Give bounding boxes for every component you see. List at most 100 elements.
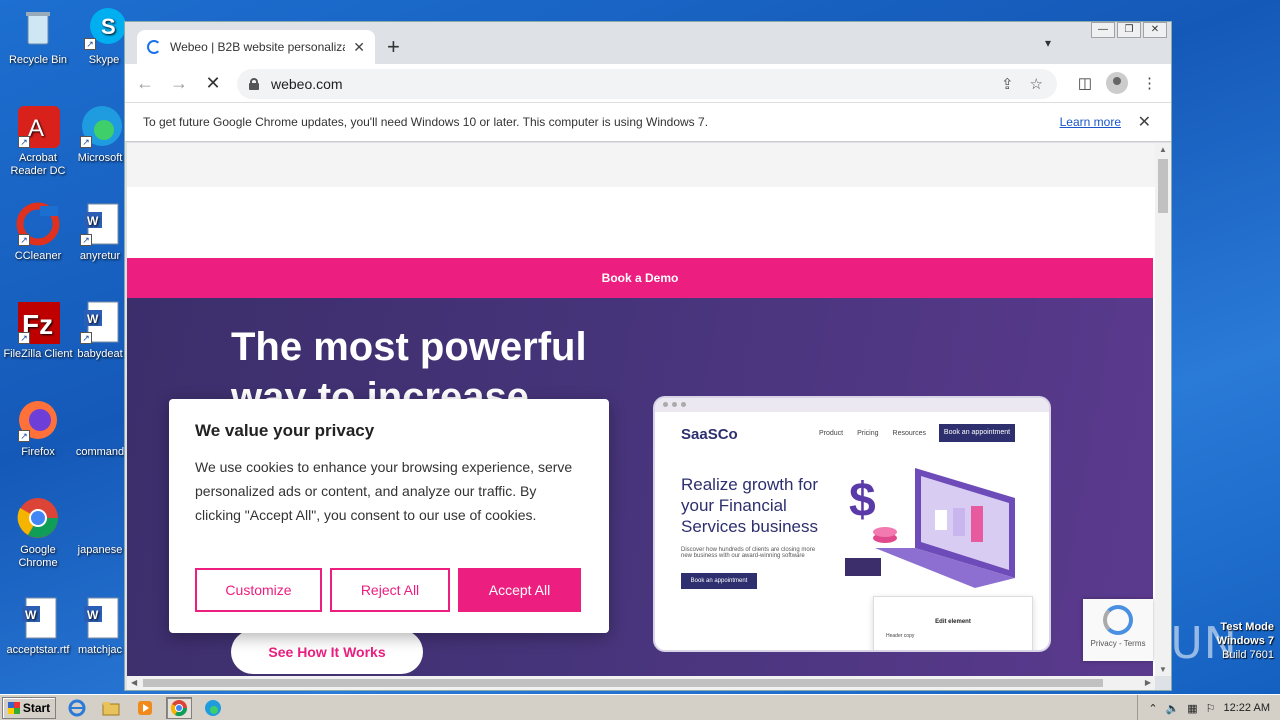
desktop-icon-matchjac[interactable]: W matchjac — [72, 596, 128, 657]
desktop-icon-acrobat[interactable]: A ↗ Acrobat Reader DC — [0, 104, 76, 178]
desktop-icon-babydeat[interactable]: W ↗ babydeat — [72, 300, 128, 361]
svg-text:$: $ — [849, 474, 876, 527]
shortcut-arrow-icon: ↗ — [18, 136, 30, 148]
new-tab-icon[interactable]: + — [387, 34, 400, 60]
taskbar-explorer[interactable] — [98, 697, 124, 719]
lock-icon[interactable] — [249, 78, 259, 90]
cookie-title: We value your privacy — [195, 421, 375, 440]
desktop-icon-japanese[interactable]: japanese — [72, 496, 128, 557]
watermark-line: Test Mode — [1220, 621, 1274, 633]
accept-all-button[interactable]: Accept All — [458, 568, 581, 612]
scroll-right-icon[interactable]: ▶ — [1145, 676, 1151, 690]
close-window-icon[interactable]: ✕ — [1143, 22, 1167, 38]
recaptcha-badge[interactable]: Privacy - Terms — [1083, 599, 1153, 661]
tab-strip: Webeo | B2B website personalization ✕ + … — [125, 22, 1171, 64]
reject-all-button[interactable]: Reject All — [330, 568, 450, 612]
blank-document-icon — [78, 398, 122, 442]
blank-document-icon — [78, 496, 122, 540]
scroll-up-icon[interactable]: ▲ — [1155, 145, 1171, 154]
desktop-icon-label: Microsoft — [77, 152, 123, 164]
network-icon[interactable]: ▦ — [1187, 702, 1197, 715]
horizontal-scrollbar[interactable]: ◀ ▶ — [127, 676, 1155, 690]
desktop-icon-label: command — [75, 446, 125, 458]
learn-more-link[interactable]: Learn more — [1060, 115, 1121, 129]
desktop-icon-chrome[interactable]: Google Chrome — [0, 496, 76, 570]
clock[interactable]: 12:22 AM — [1224, 702, 1270, 714]
edge-icon: ↗ — [78, 104, 122, 148]
scroll-left-icon[interactable]: ◀ — [131, 676, 137, 690]
minimize-icon[interactable]: — — [1091, 22, 1115, 38]
desktop-icon-label: Acrobat Reader DC — [10, 152, 66, 177]
taskbar-edge[interactable] — [200, 697, 226, 719]
watermark-line: Build 7601 — [1222, 649, 1274, 661]
cookie-consent-dialog: We value your privacy We use cookies to … — [169, 399, 609, 633]
infobar-close-icon[interactable]: ✕ — [1138, 112, 1151, 132]
chrome-icon — [16, 496, 60, 540]
customize-button[interactable]: Customize — [195, 568, 322, 612]
cookie-buttons: Customize Reject All Accept All — [195, 568, 581, 612]
desktop-icon-anyretur[interactable]: W ↗ anyretur — [72, 202, 128, 263]
desktop-icon-label: Google Chrome — [18, 544, 58, 569]
side-panel-icon[interactable]: ◫ — [1078, 74, 1092, 92]
recycle-bin-icon — [16, 6, 60, 50]
desktop-icon-edge[interactable]: ↗ Microsoft — [72, 104, 128, 165]
profile-avatar-icon[interactable] — [1106, 72, 1128, 94]
scrollbar-thumb[interactable] — [1158, 159, 1168, 213]
volume-icon[interactable]: 🔈 — [1166, 702, 1180, 715]
laptop-illustration-icon: $ — [845, 468, 1015, 588]
mockup-edit-panel: Edit element Header copy — [873, 596, 1033, 650]
share-icon[interactable]: ⇪ — [1001, 75, 1014, 93]
mockup-panel-title: Edit element — [935, 619, 971, 625]
scrollbar-thumb[interactable] — [143, 679, 1103, 687]
see-how-it-works-button[interactable]: See How It Works — [231, 630, 423, 674]
back-arrow-icon[interactable]: ← — [131, 73, 159, 94]
desktop-icon-label: Firefox — [21, 446, 55, 458]
maximize-icon[interactable]: ❐ — [1117, 22, 1141, 38]
address-bar[interactable]: webeo.com ⇪ ☆ — [237, 69, 1057, 99]
desktop-icon-ccleaner[interactable]: ↗ CCleaner — [0, 202, 76, 263]
vertical-scrollbar[interactable]: ▲ ▼ — [1155, 143, 1171, 676]
desktop-icon-label: japanese — [77, 544, 123, 556]
start-button[interactable]: Start — [2, 696, 56, 719]
scroll-down-icon[interactable]: ▼ — [1155, 665, 1171, 674]
bookmark-star-icon[interactable]: ☆ — [1030, 75, 1043, 93]
forward-arrow-icon[interactable]: → — [165, 73, 193, 94]
recaptcha-icon — [1103, 605, 1133, 635]
word-document-icon: W — [78, 596, 122, 640]
tray-expand-icon[interactable]: ⌃ — [1148, 702, 1157, 715]
omnibox-actions: ⇪ ☆ — [1001, 75, 1043, 93]
desktop-icon-command[interactable]: command — [72, 398, 128, 459]
mockup-headline: Realize growth for your Financial Servic… — [681, 475, 819, 536]
taskbar-media-player[interactable] — [132, 697, 158, 719]
internet-explorer-icon — [68, 699, 86, 716]
page-header-band — [127, 143, 1155, 187]
mockup-panel-item: Header copy — [886, 633, 915, 639]
toolbar-right: ◫ ⋮ — [1078, 72, 1157, 94]
desktop-icon-firefox[interactable]: ↗ Firefox — [0, 398, 76, 459]
desktop-icon-filezilla[interactable]: Fz ↗ FileZilla Client — [0, 300, 76, 361]
page-viewport: Book a Demo The most powerful way to inc… — [127, 143, 1155, 676]
shortcut-arrow-icon: ↗ — [18, 430, 30, 442]
desktop-icon-acceptstar[interactable]: W acceptstar.rtf — [0, 596, 76, 657]
product-mockup: SaaSCo Product Pricing Resources Book an… — [653, 396, 1051, 652]
taskbar-ie[interactable] — [64, 697, 90, 719]
svg-text:W: W — [87, 312, 99, 326]
desktop-icon-label: matchjac — [77, 644, 123, 656]
menu-kebab-icon[interactable]: ⋮ — [1142, 74, 1157, 92]
tab-webeo[interactable]: Webeo | B2B website personalization ✕ — [137, 30, 375, 64]
tab-close-icon[interactable]: ✕ — [353, 39, 365, 56]
action-center-flag-icon[interactable]: ⚐ — [1206, 702, 1216, 715]
shortcut-arrow-icon: ↗ — [18, 234, 30, 246]
svg-text:W: W — [87, 214, 99, 228]
desktop-icon-recycle-bin[interactable]: Recycle Bin — [0, 6, 76, 67]
svg-text:S: S — [101, 14, 116, 39]
media-player-icon — [138, 700, 152, 715]
stop-loading-icon[interactable]: ✕ — [199, 73, 227, 94]
saasco-logo: SaaSCo — [681, 426, 738, 443]
desktop-icon-label: CCleaner — [14, 250, 62, 262]
desktop-icon-label: babydeat — [77, 348, 123, 360]
tab-search-chevron-icon[interactable]: ▾ — [1045, 36, 1051, 50]
book-demo-banner[interactable]: Book a Demo — [127, 258, 1153, 298]
taskbar-chrome[interactable] — [166, 696, 192, 719]
chrome-icon — [170, 699, 188, 716]
